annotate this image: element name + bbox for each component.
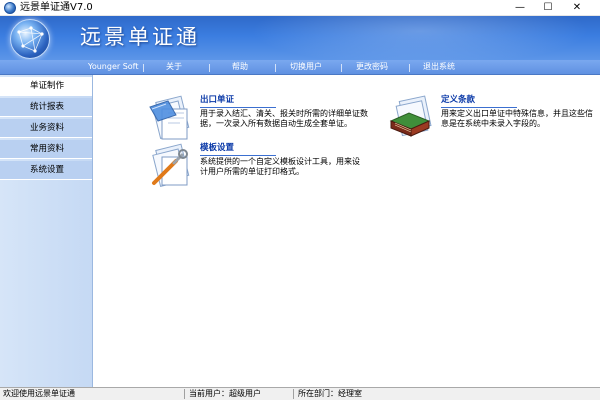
menu-separator: | [208, 63, 211, 72]
feature-desc-template-settings: 系统提供的一个自定义模板设计工具，用来设计用户所需的单证打印格式。 [200, 157, 360, 176]
title-bar: 远景单证通V7.0 — ☐ ✕ [0, 0, 600, 16]
status-divider [293, 389, 294, 399]
status-bar: 欢迎使用远景单证通 当前用户：超级用户 所在部门：经理室 [0, 387, 600, 400]
minimize-button[interactable]: — [505, 0, 535, 16]
sidebar: 单证制作 统计报表 业务资料 常用资料 系统设置 [0, 75, 93, 387]
top-menu-bar: Younger Soft | 关于 | 帮助 | 切换用户 | 更改密码 | 退… [0, 60, 600, 75]
feature-title-export-documents[interactable]: 出口单证 [200, 95, 234, 106]
menu-separator: | [408, 63, 411, 72]
sidebar-item-system-settings[interactable]: 系统设置 [0, 161, 92, 180]
menu-about[interactable]: 关于 [166, 61, 182, 73]
banner-glow [250, 16, 590, 60]
app-globe-icon [4, 2, 16, 14]
sidebar-item-document-making[interactable]: 单证制作 [0, 77, 92, 96]
feature-desc-define-clauses: 用来定义出口单证中特殊信息，并且这些信息是在系统中未录入字段的。 [441, 109, 593, 128]
export-documents-icon [149, 95, 190, 140]
header-banner: 远景单证通 [0, 16, 600, 60]
window-title: 远景单证通V7.0 [20, 2, 93, 13]
maximize-button[interactable]: ☐ [533, 0, 563, 16]
close-button[interactable]: ✕ [562, 0, 592, 16]
title-underline [200, 155, 276, 156]
menu-change-password[interactable]: 更改密码 [356, 61, 388, 73]
menu-exit-system[interactable]: 退出系统 [423, 61, 455, 73]
feature-template-settings[interactable]: 模板设置 系统提供的一个自定义模板设计工具，用来设计用户所需的单证打印格式。 [146, 141, 386, 197]
globe-network-icon [17, 26, 44, 53]
sidebar-item-common-data[interactable]: 常用资料 [0, 140, 92, 159]
feature-desc-export-documents: 用于录入结汇、清关、报关时所需的详细单证数据，一次录入所有数据自动生成全套单证。 [200, 109, 368, 128]
brand-title: 远景单证通 [80, 25, 200, 49]
menu-separator: | [142, 63, 145, 72]
menu-separator: | [274, 63, 277, 72]
main-content: 出口单证 用于录入结汇、清关、报关时所需的详细单证数据，一次录入所有数据自动生成… [94, 75, 600, 387]
menu-younger-soft[interactable]: Younger Soft [88, 61, 138, 73]
status-divider [184, 389, 185, 399]
template-settings-icon [152, 143, 190, 187]
menu-switch-user[interactable]: 切换用户 [290, 61, 322, 73]
globe-logo-icon [10, 19, 50, 59]
define-clauses-icon [389, 95, 432, 137]
feature-title-template-settings[interactable]: 模板设置 [200, 143, 234, 154]
sidebar-item-statistics-reports[interactable]: 统计报表 [0, 98, 92, 117]
menu-help[interactable]: 帮助 [232, 61, 248, 73]
status-welcome: 欢迎使用远景单证通 [3, 389, 75, 398]
status-current-user: 当前用户：超级用户 [189, 389, 261, 398]
feature-title-define-clauses[interactable]: 定义条款 [441, 95, 475, 106]
sidebar-item-business-data[interactable]: 业务资料 [0, 119, 92, 138]
title-underline [200, 107, 276, 108]
menu-separator: | [340, 63, 343, 72]
status-department: 所在部门：经理室 [298, 389, 362, 398]
feature-define-clauses[interactable]: 定义条款 用来定义出口单证中特殊信息，并且这些信息是在系统中未录入字段的。 [387, 93, 597, 153]
title-underline [441, 107, 517, 108]
